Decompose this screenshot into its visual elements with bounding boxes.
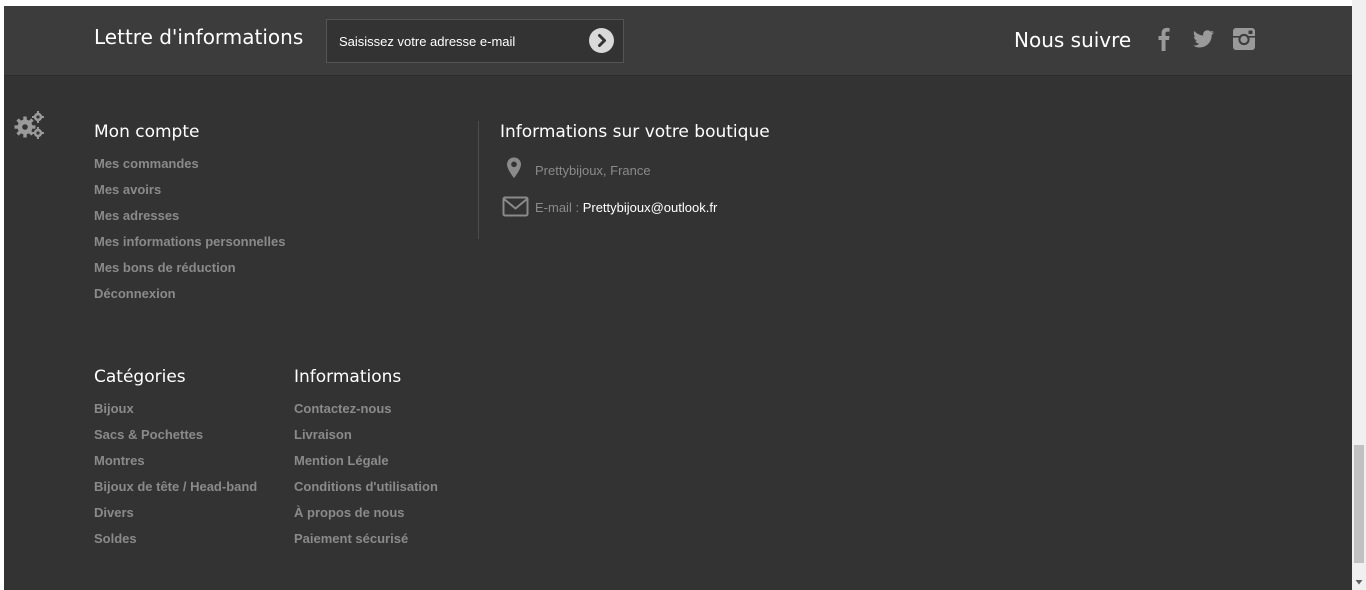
twitter-icon	[1193, 30, 1214, 48]
categories-links: Bijoux Sacs & Pochettes Montres Bijoux d…	[94, 401, 257, 557]
newsletter-email-input[interactable]	[327, 20, 577, 62]
instagram-link[interactable]	[1230, 25, 1258, 53]
footer: Lettre d'informations Nous suivre	[4, 6, 1352, 590]
account-link-vouchers[interactable]: Mes bons de réduction	[94, 260, 285, 286]
category-link-soldes[interactable]: Soldes	[94, 531, 257, 557]
scrollbar-thumb[interactable]	[1354, 445, 1364, 563]
info-link-terms[interactable]: Conditions d'utilisation	[294, 479, 438, 505]
account-title: Mon compte	[94, 122, 200, 142]
account-link-addresses[interactable]: Mes adresses	[94, 208, 285, 234]
column-divider	[478, 121, 479, 239]
category-link-sacs[interactable]: Sacs & Pochettes	[94, 427, 257, 453]
scroll-down-arrow-icon[interactable]	[1355, 578, 1363, 586]
instagram-icon	[1233, 28, 1255, 50]
chevron-right-circle-icon	[598, 34, 606, 47]
follow-title: Nous suivre	[1014, 28, 1132, 52]
email-link[interactable]: Prettybijoux@outlook.fr	[583, 200, 718, 215]
info-link-about[interactable]: À propos de nous	[294, 505, 438, 531]
category-link-montres[interactable]: Montres	[94, 453, 257, 479]
category-link-divers[interactable]: Divers	[94, 505, 257, 531]
twitter-link[interactable]	[1189, 25, 1217, 53]
account-links: Mes commandes Mes avoirs Mes adresses Me…	[94, 156, 285, 312]
category-link-head-band[interactable]: Bijoux de tête / Head-band	[94, 479, 257, 505]
envelope-icon	[502, 196, 529, 217]
newsletter-title: Lettre d'informations	[94, 25, 304, 49]
informations-links: Contactez-nous Livraison Mention Légale …	[294, 401, 438, 557]
gears-icon[interactable]	[14, 110, 46, 140]
account-link-credit-slips[interactable]: Mes avoirs	[94, 182, 285, 208]
facebook-link[interactable]	[1150, 25, 1178, 53]
info-link-secure-payment[interactable]: Paiement sécurisé	[294, 531, 438, 557]
informations-title: Informations	[294, 367, 402, 387]
store-email: E-mail : Prettybijoux@outlook.fr	[535, 200, 717, 215]
info-link-legal[interactable]: Mention Légale	[294, 453, 438, 479]
newsletter-submit-button[interactable]	[589, 28, 614, 53]
info-link-delivery[interactable]: Livraison	[294, 427, 438, 453]
store-info-title: Informations sur votre boutique	[500, 122, 770, 142]
email-label: E-mail :	[535, 200, 580, 215]
categories-title: Catégories	[94, 367, 186, 387]
account-link-personal-info[interactable]: Mes informations personnelles	[94, 234, 285, 260]
facebook-icon	[1158, 27, 1170, 51]
store-location: Prettybijoux, France	[535, 163, 651, 178]
account-link-orders[interactable]: Mes commandes	[94, 156, 285, 182]
newsletter-bar: Lettre d'informations Nous suivre	[4, 6, 1352, 76]
newsletter-form	[326, 19, 624, 63]
info-link-contact[interactable]: Contactez-nous	[294, 401, 438, 427]
map-marker-icon	[507, 157, 521, 178]
account-link-logout[interactable]: Déconnexion	[94, 286, 285, 312]
category-link-bijoux[interactable]: Bijoux	[94, 401, 257, 427]
